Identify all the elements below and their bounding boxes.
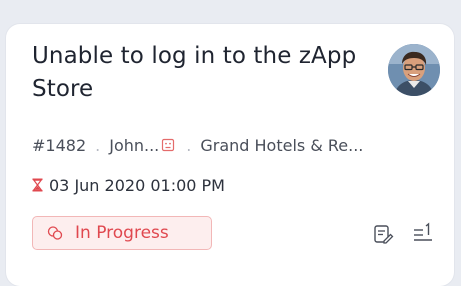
contact-avatar[interactable]: [388, 44, 440, 96]
account-name[interactable]: Grand Hotels & Re...: [200, 136, 363, 155]
status-badge[interactable]: In Progress: [32, 216, 212, 250]
due-date: 03 Jun 2020 01:00 PM: [49, 175, 225, 195]
separator: .: [95, 135, 101, 155]
neutral-face-icon: [162, 138, 175, 152]
ticket-title[interactable]: Unable to log in to the zApp Store: [32, 40, 377, 106]
separator: .: [186, 135, 192, 155]
ticket-meta: #1482 . John... . Grand Hotels & Re...: [32, 132, 363, 158]
status-label: In Progress: [75, 223, 169, 243]
due-date-row: 03 Jun 2020 01:00 PM: [32, 173, 225, 197]
status-bubble-icon: [47, 226, 63, 240]
contact-name[interactable]: John...: [109, 136, 159, 155]
ticket-card[interactable]: Unable to log in to the zApp Store #1482…: [6, 24, 454, 286]
hourglass-icon: [32, 178, 43, 192]
ticket-number[interactable]: #1482: [32, 136, 86, 155]
avatar-image: [388, 44, 440, 96]
priority-list-icon[interactable]: [412, 221, 434, 243]
edit-note-icon[interactable]: [372, 223, 394, 245]
